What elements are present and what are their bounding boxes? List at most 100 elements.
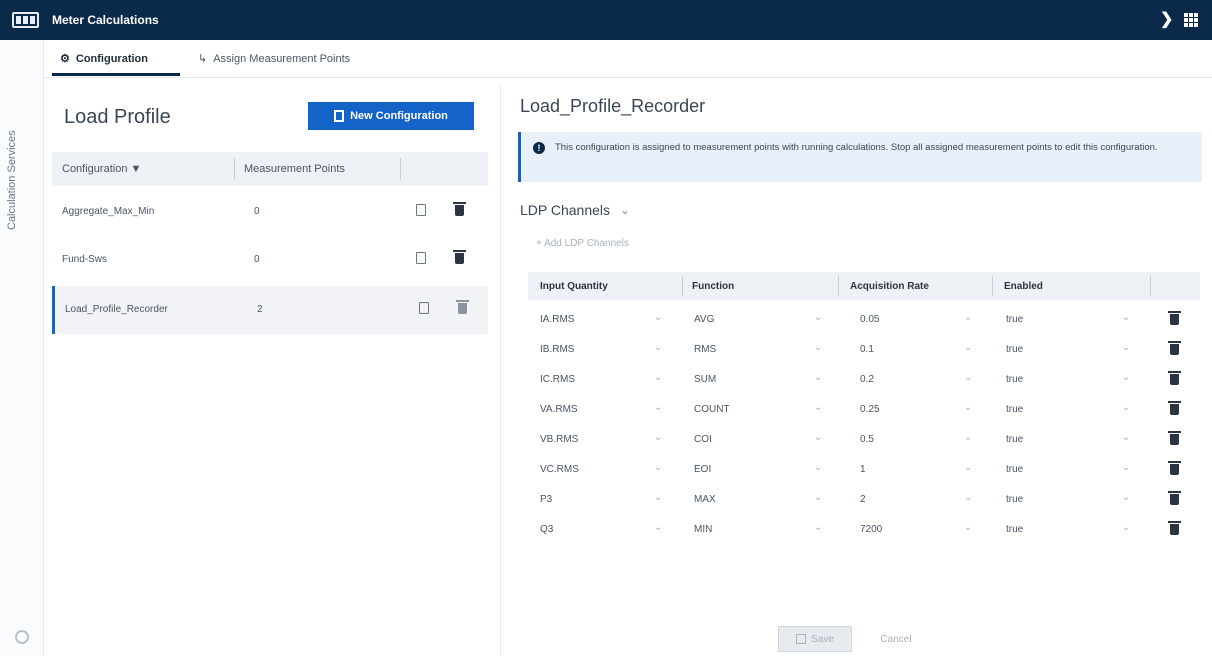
function-select[interactable]: SUM bbox=[694, 374, 716, 385]
delete-icon[interactable] bbox=[453, 250, 466, 264]
enabled-select[interactable]: true bbox=[1006, 494, 1023, 505]
add-ldp-channels-button[interactable]: + Add LDP Channels bbox=[536, 238, 629, 249]
chevron-down-icon[interactable]: ⌄ bbox=[654, 312, 662, 323]
chevron-down-icon[interactable]: ⌄ bbox=[964, 402, 972, 413]
delete-channel-icon[interactable] bbox=[1168, 431, 1181, 445]
filter-icon[interactable]: ▼ bbox=[131, 163, 142, 175]
rate-select[interactable]: 0.25 bbox=[860, 404, 879, 415]
chevron-down-icon[interactable]: ⌄ bbox=[1122, 462, 1130, 473]
column-enabled[interactable]: Enabled bbox=[1004, 281, 1043, 292]
function-select[interactable]: COUNT bbox=[694, 404, 730, 415]
cancel-button[interactable]: Cancel bbox=[866, 626, 926, 652]
configuration-row[interactable]: Fund-Sws 0 bbox=[52, 236, 488, 284]
chevron-down-icon[interactable]: ⌄ bbox=[654, 492, 662, 503]
copy-icon[interactable] bbox=[416, 252, 426, 264]
chevron-down-icon[interactable]: ⌄ bbox=[814, 432, 822, 443]
chevron-down-icon[interactable]: ⌄ bbox=[1122, 342, 1130, 353]
chevron-down-icon[interactable]: ⌄ bbox=[814, 462, 822, 473]
column-configuration[interactable]: Configuration ▼ bbox=[62, 163, 141, 175]
chevron-down-icon[interactable]: ⌄ bbox=[654, 342, 662, 353]
input-select[interactable]: VA.RMS bbox=[540, 404, 578, 415]
function-select[interactable]: COI bbox=[694, 434, 712, 445]
calculation-services-tab[interactable]: Calculation Services bbox=[6, 100, 20, 230]
chevron-down-icon[interactable]: ⌄ bbox=[1122, 312, 1130, 323]
rate-select[interactable]: 1 bbox=[860, 464, 866, 475]
enabled-select[interactable]: true bbox=[1006, 314, 1023, 325]
chevron-down-icon[interactable]: ⌄ bbox=[654, 462, 662, 473]
input-select[interactable]: Q3 bbox=[540, 524, 553, 535]
delete-channel-icon[interactable] bbox=[1168, 371, 1181, 385]
column-separator bbox=[400, 158, 401, 180]
chevron-down-icon[interactable]: ⌄ bbox=[814, 522, 822, 533]
delete-channel-icon[interactable] bbox=[1168, 461, 1181, 475]
input-select[interactable]: P3 bbox=[540, 494, 552, 505]
input-select[interactable]: VC.RMS bbox=[540, 464, 579, 475]
delete-channel-icon[interactable] bbox=[1168, 311, 1181, 325]
input-select[interactable]: IA.RMS bbox=[540, 314, 574, 325]
column-acquisition-rate[interactable]: Acquisition Rate bbox=[850, 281, 929, 292]
ldp-channels-toggle[interactable]: LDP Channels ⌄ bbox=[520, 202, 630, 218]
rate-select[interactable]: 0.1 bbox=[860, 344, 874, 355]
enabled-select[interactable]: true bbox=[1006, 524, 1023, 535]
chevron-down-icon[interactable]: ⌄ bbox=[1122, 492, 1130, 503]
enabled-select[interactable]: true bbox=[1006, 374, 1023, 385]
delete-channel-icon[interactable] bbox=[1168, 491, 1181, 505]
enabled-select[interactable]: true bbox=[1006, 464, 1023, 475]
configuration-name: Load_Profile_Recorder bbox=[65, 304, 168, 315]
chevron-down-icon[interactable]: ⌄ bbox=[654, 372, 662, 383]
chevron-down-icon[interactable]: ⌄ bbox=[964, 372, 972, 383]
enabled-select[interactable]: true bbox=[1006, 434, 1023, 445]
delete-icon[interactable] bbox=[453, 202, 466, 216]
chevron-down-icon[interactable]: ⌄ bbox=[1122, 522, 1130, 533]
chevron-down-icon[interactable]: ⌄ bbox=[1122, 402, 1130, 413]
enabled-select[interactable]: true bbox=[1006, 404, 1023, 415]
delete-channel-icon[interactable] bbox=[1168, 341, 1181, 355]
column-input-quantity[interactable]: Input Quantity bbox=[540, 281, 608, 292]
chevron-down-icon[interactable]: ⌄ bbox=[814, 372, 822, 383]
function-select[interactable]: RMS bbox=[694, 344, 716, 355]
chevron-down-icon[interactable]: ⌄ bbox=[964, 312, 972, 323]
function-select[interactable]: MAX bbox=[694, 494, 716, 505]
delete-channel-icon[interactable] bbox=[1168, 401, 1181, 415]
chevron-down-icon[interactable]: ⌄ bbox=[814, 492, 822, 503]
copy-icon[interactable] bbox=[416, 204, 426, 216]
rate-select[interactable]: 0.05 bbox=[860, 314, 879, 325]
collapse-arrow-icon[interactable]: ❯ bbox=[1160, 10, 1173, 30]
delete-channel-icon[interactable] bbox=[1168, 521, 1181, 535]
input-select[interactable]: VB.RMS bbox=[540, 434, 578, 445]
chevron-down-icon[interactable]: ⌄ bbox=[964, 342, 972, 353]
app-grid-icon[interactable] bbox=[1184, 13, 1198, 27]
input-select[interactable]: IC.RMS bbox=[540, 374, 575, 385]
rate-select[interactable]: 7200 bbox=[860, 524, 882, 535]
rate-select[interactable]: 0.5 bbox=[860, 434, 874, 445]
chevron-down-icon[interactable]: ⌄ bbox=[814, 342, 822, 353]
tab-assign-measurement-points[interactable]: ↳ Assign Measurement Points bbox=[198, 52, 350, 66]
chevron-down-icon[interactable]: ⌄ bbox=[654, 522, 662, 533]
configuration-name: Aggregate_Max_Min bbox=[62, 206, 155, 217]
chevron-down-icon[interactable]: ⌄ bbox=[654, 402, 662, 413]
rate-select[interactable]: 2 bbox=[860, 494, 866, 505]
column-function[interactable]: Function bbox=[692, 281, 734, 292]
chevron-down-icon[interactable]: ⌄ bbox=[814, 312, 822, 323]
chevron-down-icon[interactable]: ⌄ bbox=[964, 522, 972, 533]
function-select[interactable]: AVG bbox=[694, 314, 714, 325]
settings-icon[interactable] bbox=[15, 630, 29, 644]
rate-select[interactable]: 0.2 bbox=[860, 374, 874, 385]
copy-icon[interactable] bbox=[419, 302, 429, 314]
chevron-down-icon[interactable]: ⌄ bbox=[964, 492, 972, 503]
input-select[interactable]: IB.RMS bbox=[540, 344, 574, 355]
chevron-down-icon[interactable]: ⌄ bbox=[1122, 372, 1130, 383]
function-select[interactable]: EOI bbox=[694, 464, 711, 475]
chevron-down-icon[interactable]: ⌄ bbox=[814, 402, 822, 413]
configuration-row[interactable]: Aggregate_Max_Min 0 bbox=[52, 188, 488, 236]
tab-configuration[interactable]: ⚙ Configuration bbox=[60, 52, 148, 66]
chevron-down-icon[interactable]: ⌄ bbox=[654, 432, 662, 443]
enabled-select[interactable]: true bbox=[1006, 344, 1023, 355]
configuration-row-selected[interactable]: Load_Profile_Recorder 2 bbox=[52, 286, 488, 334]
function-select[interactable]: MIN bbox=[694, 524, 712, 535]
chevron-down-icon[interactable]: ⌄ bbox=[964, 432, 972, 443]
new-configuration-button[interactable]: New Configuration bbox=[308, 102, 474, 130]
chevron-down-icon[interactable]: ⌄ bbox=[964, 462, 972, 473]
chevron-down-icon[interactable]: ⌄ bbox=[1122, 432, 1130, 443]
column-measurement-points[interactable]: Measurement Points bbox=[244, 163, 345, 175]
